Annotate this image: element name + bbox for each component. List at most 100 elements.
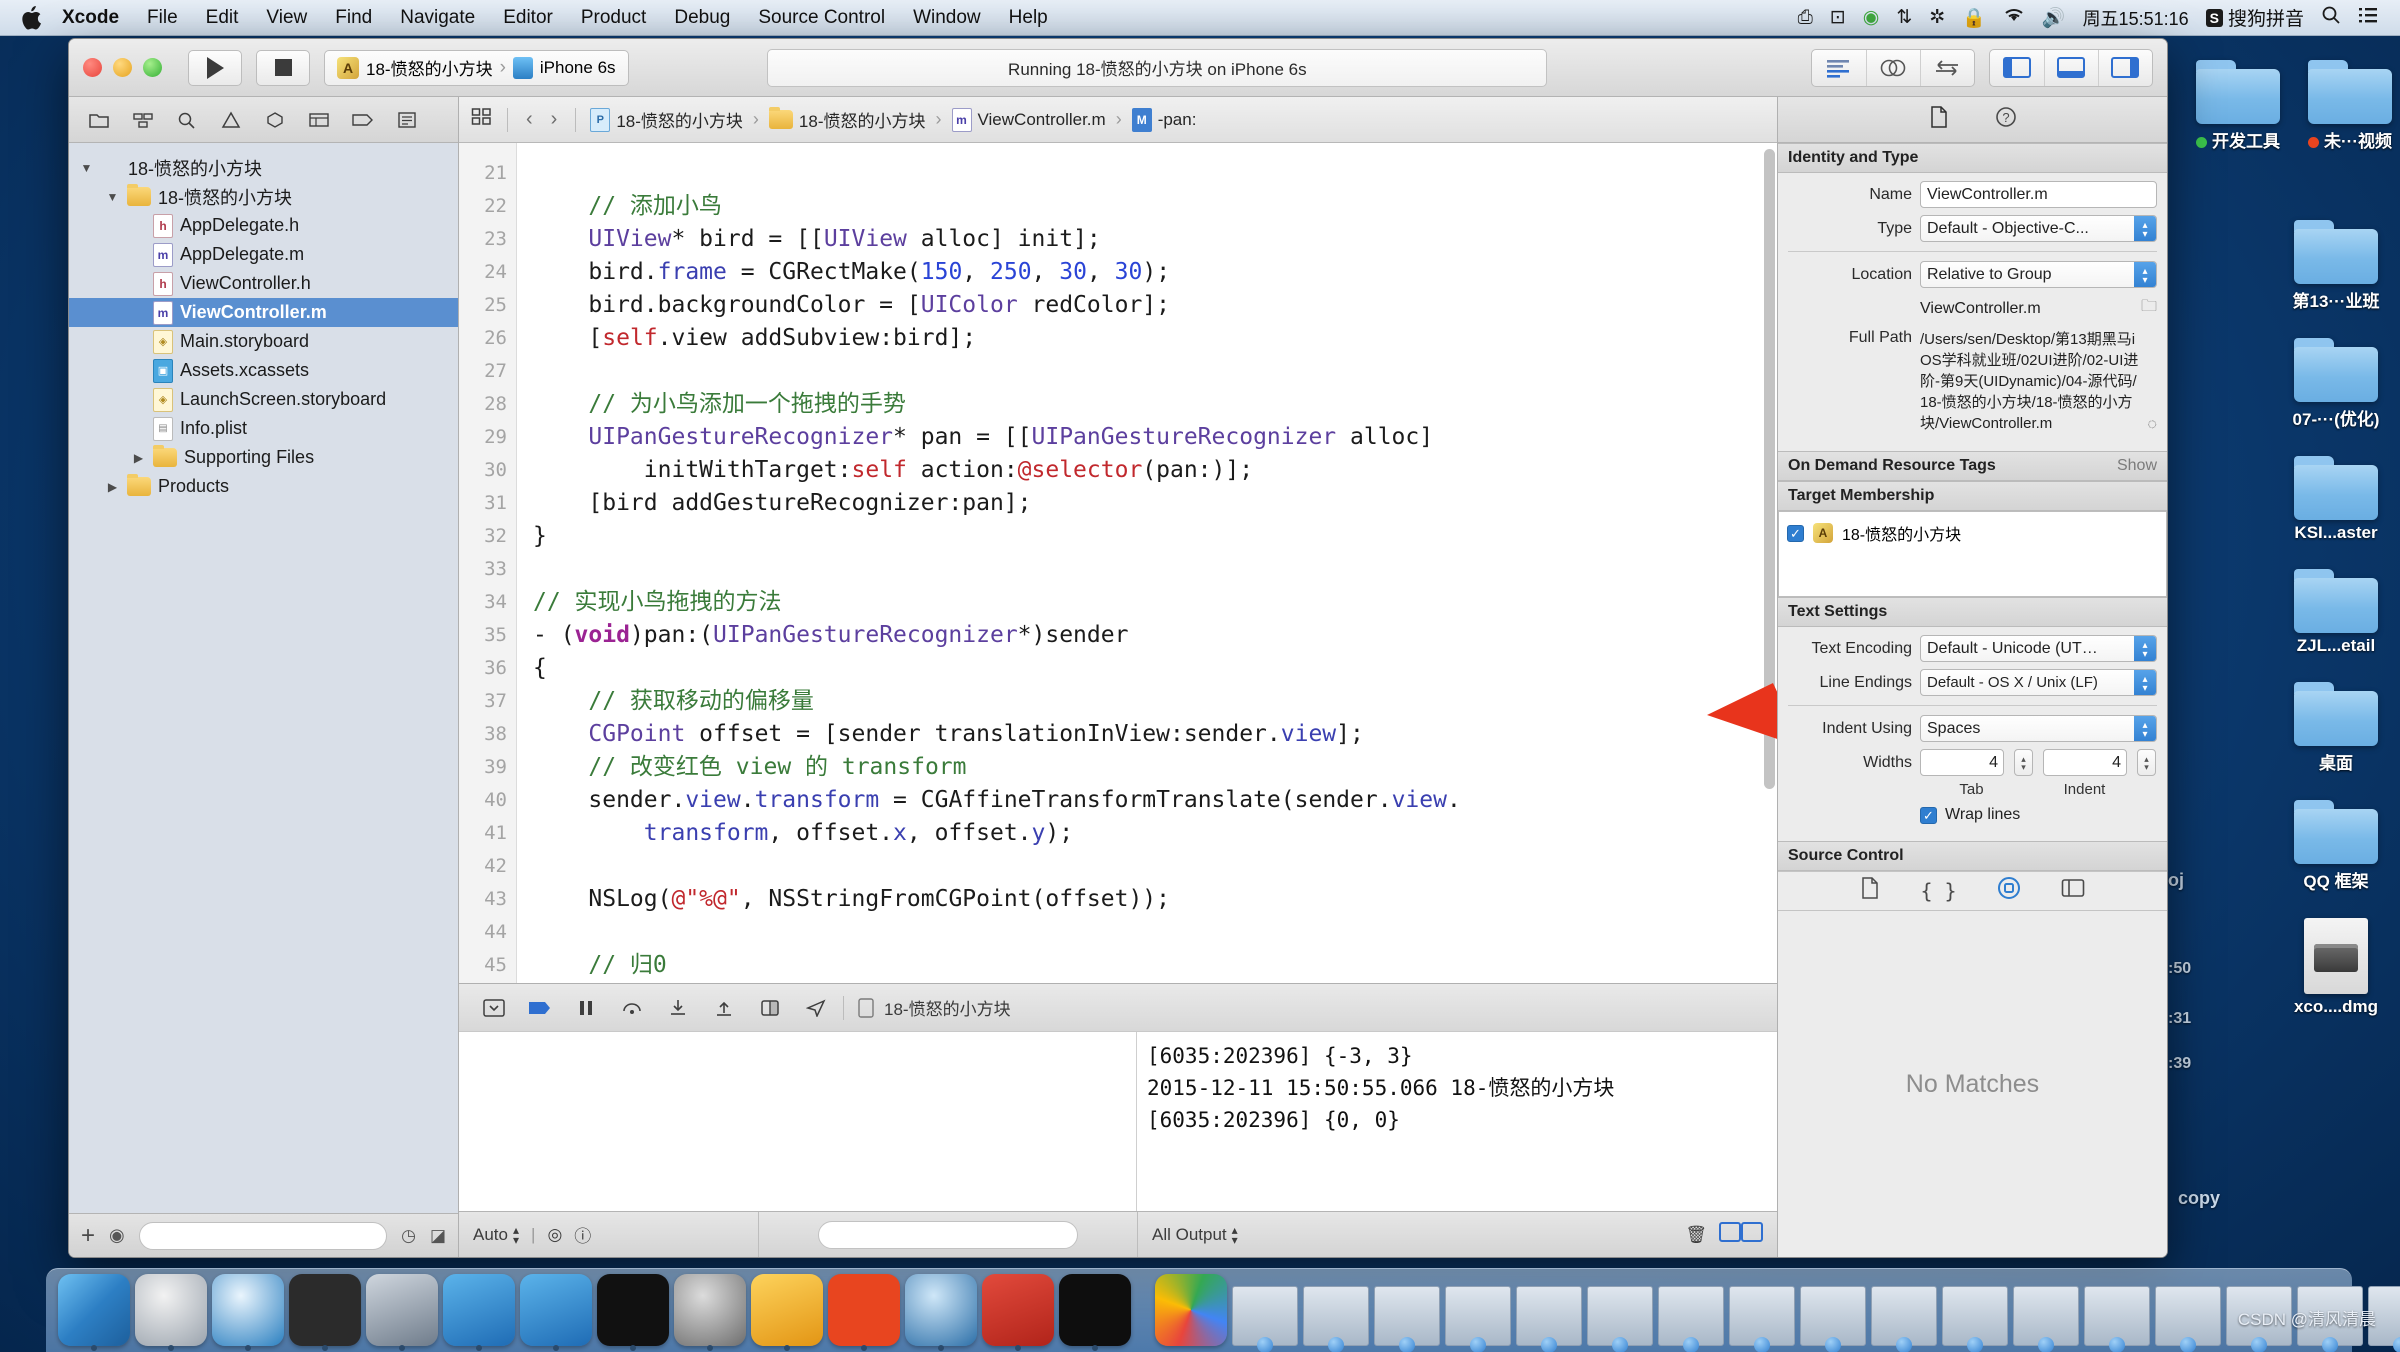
activate-breakpoints-icon[interactable] <box>517 991 563 1025</box>
menu-item-help[interactable]: Help <box>995 7 1062 29</box>
run-button[interactable] <box>188 49 242 86</box>
code-line[interactable]: // 改变红色 view 的 transform <box>533 751 1777 784</box>
dock-app-imovie[interactable] <box>366 1274 438 1351</box>
breadcrumb-group[interactable]: 18-愤怒的小方块 <box>768 107 926 132</box>
desktop-icon[interactable]: 未···视频 <box>2290 60 2400 152</box>
recent-files-filter-icon[interactable]: ◷ <box>401 1226 416 1246</box>
code-line[interactable] <box>533 916 1777 949</box>
navigator-row[interactable]: ◈ LaunchScreen.storyboard <box>69 385 458 414</box>
navigator-row[interactable]: ▤ Info.plist <box>69 414 458 443</box>
target-membership-row[interactable]: ✓ A 18-愤怒的小方块 <box>1785 516 2160 550</box>
variables-info-icon[interactable]: ⓘ <box>574 1222 591 1247</box>
navigator-row[interactable]: ◈ Main.storyboard <box>69 327 458 356</box>
pause-continue-icon[interactable] <box>563 991 609 1025</box>
related-items-icon[interactable] <box>471 107 493 132</box>
breadcrumb-file[interactable]: m ViewController.m <box>951 107 1106 132</box>
bluetooth-icon[interactable]: ✲ <box>1929 6 1945 29</box>
lock-icon[interactable]: 🔒 <box>1962 6 1986 30</box>
screen-record-icon[interactable]: ⊡ <box>1830 6 1846 29</box>
dropbox-icon[interactable]: ◉ <box>1863 6 1880 29</box>
code-line[interactable]: [sender setTranslation:CGPointZero inVie… <box>533 982 1777 983</box>
dock-app-terminal[interactable] <box>597 1274 669 1351</box>
standard-editor-icon[interactable] <box>1812 50 1866 86</box>
desktop-icon[interactable]: 第13···业班 <box>2276 220 2396 312</box>
name-input[interactable]: ViewController.m <box>1920 181 2157 208</box>
wifi-icon[interactable] <box>2003 7 2025 29</box>
simulate-location-icon[interactable] <box>793 991 839 1025</box>
code-line[interactable]: // 获取移动的偏移量 <box>533 685 1777 718</box>
scheme-selector[interactable]: A 18-愤怒的小方块 › iPhone 6s <box>324 49 629 86</box>
editor-vertical-scrollbar[interactable] <box>1764 149 1775 789</box>
line-endings-popup[interactable]: Default - OS X / Unix (LF) ▴ ▾ <box>1920 669 2157 696</box>
reveal-in-finder-icon[interactable]: ◌ <box>2147 416 2157 434</box>
desktop-icon[interactable]: ZJL...etail <box>2276 569 2396 656</box>
code-line[interactable]: initWithTarget:self action:@selector(pan… <box>533 454 1777 487</box>
disclosure-triangle-icon[interactable]: ▼ <box>105 190 120 204</box>
tab-width-input[interactable]: 4 <box>1920 749 2004 776</box>
dock-minimized-window[interactable] <box>1658 1286 1724 1346</box>
minimize-button[interactable] <box>113 58 132 77</box>
zoom-button[interactable] <box>143 58 162 77</box>
menu-item-editor[interactable]: Editor <box>489 7 567 29</box>
hide-debug-area-icon[interactable] <box>471 991 517 1025</box>
version-editor-icon[interactable] <box>1919 49 1974 86</box>
target-checkbox[interactable]: ✓ <box>1787 524 1804 542</box>
add-file-button[interactable]: + <box>81 1222 95 1250</box>
menu-item-window[interactable]: Window <box>899 7 995 29</box>
code-line[interactable]: // 归0 <box>533 949 1777 982</box>
code-line[interactable]: [bird addGestureRecognizer:pan]; <box>533 487 1777 520</box>
navigator-row[interactable]: m ViewController.m <box>69 298 458 327</box>
source-control-filter-icon[interactable]: ◪ <box>430 1226 446 1246</box>
code-line[interactable]: // 实现小鸟拖拽的方法 <box>533 586 1777 619</box>
navigator-row[interactable]: ▼ 18-愤怒的小方块 <box>69 182 458 211</box>
step-out-icon[interactable] <box>701 991 747 1025</box>
variables-view[interactable] <box>459 1032 1137 1211</box>
dock-app-xcode-beta[interactable] <box>443 1274 515 1351</box>
ethernet-icon[interactable]: ⇅ <box>1896 6 1912 29</box>
media-library-icon[interactable] <box>2061 878 2085 904</box>
dock-minimized-window[interactable] <box>2155 1286 2221 1346</box>
code-line[interactable]: sender.view.transform = CGAffineTransfor… <box>533 784 1777 817</box>
disclosure-triangle-icon[interactable]: ▶ <box>105 480 120 494</box>
code-line[interactable] <box>533 850 1777 883</box>
desktop-icon[interactable]: 开发工具 <box>2178 60 2298 152</box>
dock-app-finder[interactable] <box>58 1274 130 1351</box>
code-line[interactable]: CGPoint offset = [sender translationInVi… <box>533 718 1777 751</box>
stop-button[interactable] <box>256 49 310 86</box>
menu-item-file[interactable]: File <box>133 7 192 29</box>
navigator-row[interactable]: h AppDelegate.h <box>69 211 458 240</box>
code-line[interactable] <box>533 355 1777 388</box>
choose-folder-icon[interactable]: 🗀 <box>2141 295 2157 322</box>
dock-minimized-window[interactable] <box>1445 1286 1511 1346</box>
console-output[interactable]: [6035:202396] {-3, 3} 2015-12-11 15:50:55… <box>1137 1032 1777 1211</box>
assistant-editor-icon[interactable] <box>1865 49 1920 86</box>
dock-minimized-window[interactable] <box>1800 1286 1866 1346</box>
dock-minimized-window[interactable] <box>1516 1286 1582 1346</box>
source-editor[interactable]: 21 22 23 24 25 26 27 28 29 30 31 32 33 34 35 36 37 38 39 40… <box>459 143 1777 983</box>
back-button[interactable]: ‹ <box>522 108 537 131</box>
step-over-icon[interactable] <box>609 991 655 1025</box>
dock-minimized-window[interactable] <box>1942 1286 2008 1346</box>
navigator-toggle-icon[interactable] <box>1990 50 2044 86</box>
dock-app-system-preferences[interactable] <box>674 1274 746 1351</box>
utilities-toggle-icon[interactable] <box>2097 49 2152 86</box>
indent-using-popup[interactable]: Spaces ▴ ▾ <box>1920 715 2157 742</box>
code-line[interactable]: { <box>533 652 1777 685</box>
code-line[interactable]: transform, offset.x, offset.y); <box>533 817 1777 850</box>
code-line[interactable] <box>533 157 1777 190</box>
breadcrumb-symbol[interactable]: M -pan: <box>1131 107 1196 132</box>
code-line[interactable]: // 为小鸟添加一个拖拽的手势 <box>533 388 1777 421</box>
debug-navigator-icon[interactable] <box>297 103 341 137</box>
indent-width-stepper[interactable]: ▴ ▾ <box>2137 749 2156 776</box>
desktop-icon[interactable]: 07-···(优化) <box>2276 338 2396 430</box>
dock-minimized-window[interactable] <box>1374 1286 1440 1346</box>
navigator-filter-input[interactable] <box>138 1221 388 1250</box>
notification-center-icon[interactable] <box>2358 6 2378 30</box>
editor-mode-segment[interactable] <box>1810 48 1975 87</box>
airplay-icon[interactable]: ⎙ <box>1798 7 1813 29</box>
find-navigator-icon[interactable] <box>165 103 209 137</box>
dock-app-sogou[interactable] <box>982 1274 1054 1351</box>
navigator-row[interactable]: ▼ 18-愤怒的小方块 <box>69 153 458 182</box>
tab-width-stepper[interactable]: ▴ ▾ <box>2014 749 2033 776</box>
dock-app-magic-mouse[interactable] <box>289 1274 361 1351</box>
